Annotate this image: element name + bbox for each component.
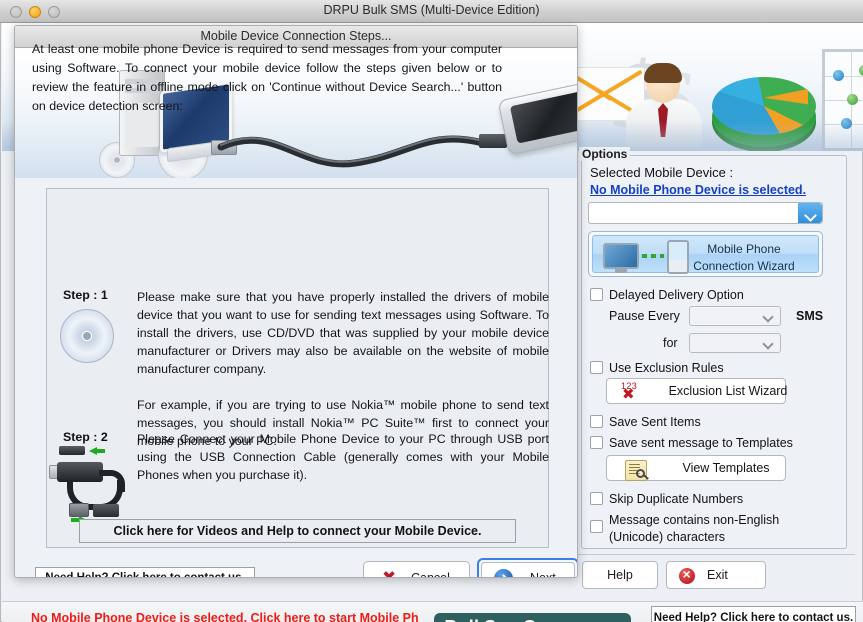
- wizard-label-line2: Connection Wizard: [693, 259, 795, 273]
- checkbox-unicode-message[interactable]: Message contains non-English (Unicode) c…: [590, 512, 840, 546]
- monitor-icon: [603, 243, 639, 269]
- checkbox-box-skip-duplicate-numbers[interactable]: [590, 492, 603, 505]
- exit-button-label: Exit: [707, 568, 728, 582]
- mobile-phone-connection-wizard-button[interactable]: Mobile Phone Connection Wizard: [588, 231, 823, 277]
- status-message-link[interactable]: No Mobile Phone Device is selected. Clic…: [31, 611, 419, 622]
- footer-divider: [573, 554, 855, 555]
- checkbox-box-use-exclusion-rules[interactable]: [590, 361, 603, 374]
- options-legend: Options: [579, 147, 631, 161]
- checkbox-save-sent-items[interactable]: Save Sent Items: [590, 415, 701, 429]
- checkbox-label-save-sent-items: Save Sent Items: [609, 415, 701, 429]
- usb-connector-phone-icon: [479, 134, 507, 148]
- checkbox-label-save-to-templates: Save sent message to Templates: [609, 436, 793, 450]
- checkbox-skip-duplicate-numbers[interactable]: Skip Duplicate Numbers: [590, 492, 743, 506]
- usb-cable-connection-icon: [49, 446, 141, 524]
- step-2-body: Please Connect your Mobile Phone Device …: [137, 432, 549, 482]
- checkbox-use-exclusion-rules[interactable]: Use Exclusion Rules: [590, 361, 724, 375]
- next-button-focus-ring: Next: [477, 558, 577, 578]
- mobile-phone-illustration: [497, 76, 577, 156]
- help-button[interactable]: Help: [582, 561, 658, 589]
- checkbox-label-delayed-delivery: Delayed Delivery Option: [609, 288, 744, 302]
- pause-every-input[interactable]: [689, 306, 781, 326]
- mobile-device-connection-steps-dialog: Mobile Device Connection Steps... At lea…: [14, 25, 578, 578]
- pause-every-label: Pause Every: [609, 309, 680, 323]
- os-titlebar: DRPU Bulk SMS (Multi-Device Edition): [0, 0, 863, 23]
- chevron-down-icon[interactable]: [798, 203, 822, 223]
- cancel-button[interactable]: ✖ Cancel: [363, 561, 470, 578]
- for-label: for: [663, 336, 678, 350]
- selected-device-label: Selected Mobile Device :: [590, 165, 734, 180]
- checkbox-box-unicode-message[interactable]: [590, 520, 603, 533]
- checkbox-label-unicode-line1: Message contains non-English: [609, 513, 780, 527]
- step-1-body: Please make sure that you have properly …: [137, 290, 549, 376]
- watermark-badge: BulkSmsGroup.com: [434, 613, 631, 622]
- view-templates-button[interactable]: View Templates: [606, 455, 786, 481]
- x-mark-icon: ✖: [382, 568, 397, 578]
- checkbox-box-delayed-delivery[interactable]: [590, 288, 603, 301]
- cd-dvd-icon: [60, 309, 114, 363]
- no-device-selected-link[interactable]: No Mobile Phone Device is selected.: [590, 183, 806, 197]
- sms-unit-label: SMS: [796, 309, 824, 323]
- checkbox-label-use-exclusion-rules: Use Exclusion Rules: [609, 361, 724, 375]
- videos-help-button[interactable]: Click here for Videos and Help to connec…: [79, 519, 516, 543]
- connection-dashes-icon: [642, 254, 664, 258]
- checkbox-save-to-templates[interactable]: Save sent message to Templates: [590, 436, 793, 450]
- view-templates-label: View Templates: [682, 461, 770, 475]
- arrow-right-icon: [494, 569, 513, 577]
- application-window: DRPU Bulk SMS (Multi-Device Edition) $ $: [0, 0, 863, 622]
- usb-cable-icon: [217, 135, 487, 168]
- step-2-label: Step : 2: [63, 430, 108, 444]
- checkbox-delayed-delivery[interactable]: Delayed Delivery Option: [590, 288, 744, 302]
- cancel-button-label: Cancel: [411, 571, 450, 578]
- checkbox-label-unicode-line2: (Unicode) characters: [609, 530, 726, 544]
- next-button[interactable]: Next: [481, 562, 575, 578]
- exit-button[interactable]: Exit: [666, 561, 766, 589]
- checkbox-box-save-to-templates[interactable]: [590, 436, 603, 449]
- checkbox-label-skip-duplicate-numbers: Skip Duplicate Numbers: [609, 492, 744, 506]
- exclusion-list-wizard-label: Exclusion List Wizard: [668, 384, 788, 398]
- wizard-label-line1: Mobile Phone: [707, 242, 781, 256]
- checkbox-box-save-sent-items[interactable]: [590, 415, 603, 428]
- next-button-label: Next: [530, 571, 556, 578]
- exclusion-list-wizard-button[interactable]: 123 ✖ Exclusion List Wizard: [606, 378, 787, 404]
- need-help-contact-button-bottom[interactable]: Need Help? Click here to contact us.: [651, 606, 856, 622]
- for-duration-input[interactable]: [689, 333, 781, 353]
- device-select[interactable]: [588, 202, 823, 224]
- exit-icon: [679, 566, 695, 584]
- need-help-contact-button-dialog[interactable]: Need Help? Click here to contact us.: [35, 567, 255, 577]
- step-1-label: Step : 1: [63, 288, 108, 302]
- intro-paragraph: At least one mobile phone Device is requ…: [32, 42, 502, 113]
- window-title: DRPU Bulk SMS (Multi-Device Edition): [323, 3, 540, 17]
